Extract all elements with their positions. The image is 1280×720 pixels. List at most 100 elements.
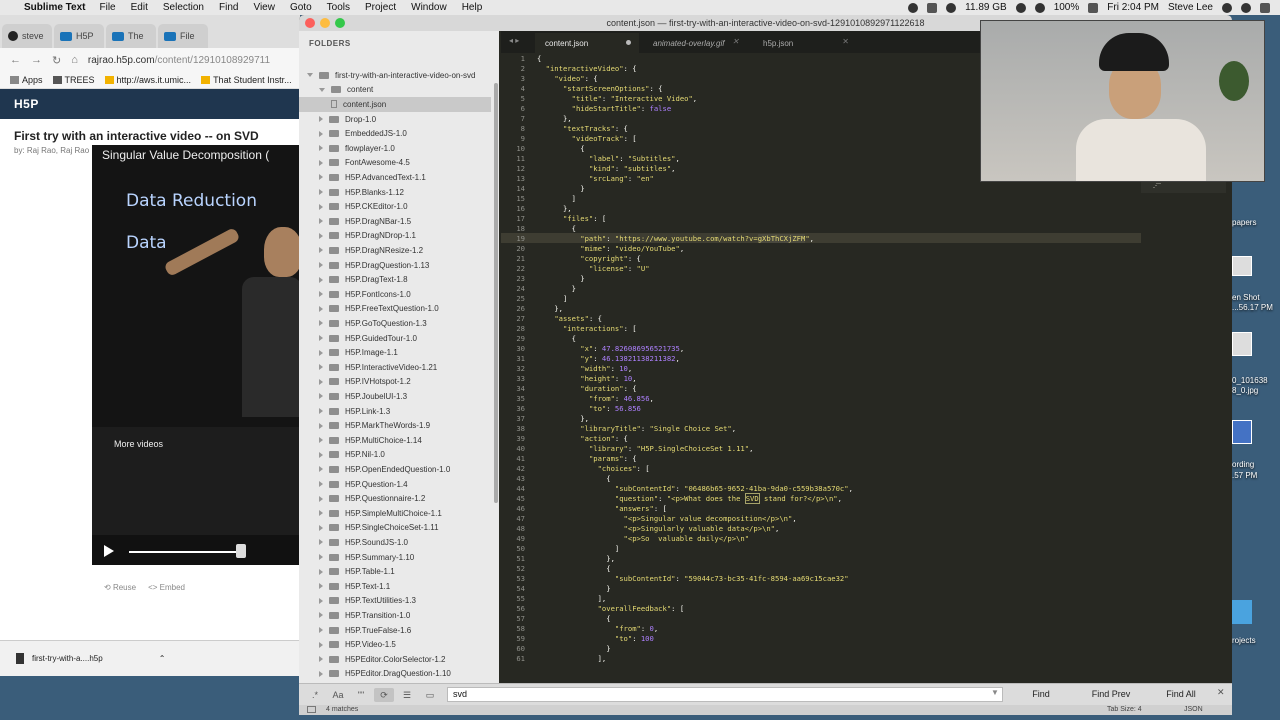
disclosure-closed-icon[interactable]	[319, 524, 323, 531]
menu-find[interactable]: Find	[219, 2, 238, 13]
search-icon[interactable]	[1222, 2, 1232, 13]
tree-folder[interactable]: FontAwesome-4.5	[299, 156, 491, 171]
forward-icon[interactable]: →	[31, 54, 42, 66]
clock[interactable]: Fri 2:04 PM	[1107, 2, 1159, 13]
embed-link[interactable]: <> Embed	[148, 583, 185, 592]
disclosure-closed-icon[interactable]	[319, 568, 323, 575]
sidebar-scrollbar[interactable]	[494, 83, 498, 503]
disclosure-closed-icon[interactable]	[319, 670, 323, 677]
disclosure-closed-icon[interactable]	[319, 276, 323, 283]
disclosure-closed-icon[interactable]	[319, 130, 323, 137]
seek-handle[interactable]	[236, 544, 246, 558]
close-tab-icon[interactable]: ✕	[732, 37, 739, 46]
menu-window[interactable]: Window	[411, 2, 447, 13]
reload-icon[interactable]: ↻	[52, 54, 61, 67]
disclosure-closed-icon[interactable]	[319, 510, 323, 517]
disclosure-closed-icon[interactable]	[319, 305, 323, 312]
minimize-window-button[interactable]	[320, 18, 330, 28]
disclosure-closed-icon[interactable]	[319, 597, 323, 604]
tree-folder[interactable]: H5P.DragQuestion-1.13	[299, 258, 491, 273]
tree-folder[interactable]: H5P.Summary-1.10	[299, 550, 491, 565]
siri-icon[interactable]	[1241, 2, 1251, 13]
highlight-matches-toggle[interactable]: ▭	[420, 688, 440, 702]
tree-folder[interactable]: H5P.GoToQuestion-1.3	[299, 316, 491, 331]
menu-file[interactable]: File	[100, 2, 116, 13]
disclosure-closed-icon[interactable]	[319, 495, 323, 502]
close-find-icon[interactable]: ✕	[1217, 687, 1225, 698]
tree-folder[interactable]: H5P.DragNDrop-1.1	[299, 229, 491, 244]
desktop-icon-label[interactable]: rojects	[1232, 636, 1256, 645]
tree-folder[interactable]: first-try-with-an-interactive-video-on-s…	[299, 68, 491, 83]
tree-folder[interactable]: H5P.FontIcons-1.0	[299, 287, 491, 302]
syntax-selector[interactable]: JSON	[1184, 706, 1203, 713]
tree-folder[interactable]: H5P.MultiChoice-1.14	[299, 433, 491, 448]
tree-folder[interactable]: H5P.FreeTextQuestion-1.0	[299, 302, 491, 317]
zoom-window-button[interactable]	[335, 18, 345, 28]
disclosure-closed-icon[interactable]	[319, 481, 323, 488]
unsaved-dot-icon[interactable]	[626, 40, 631, 45]
bookmark-trees[interactable]: TREES	[52, 75, 95, 85]
tab-size[interactable]: Tab Size: 4	[1107, 706, 1142, 713]
menu-app-name[interactable]: Sublime Text	[24, 2, 86, 13]
disclosure-closed-icon[interactable]	[319, 174, 323, 181]
wrap-toggle[interactable]: ⟳	[374, 688, 394, 702]
find-history-chevron-icon[interactable]: ▼	[991, 688, 999, 697]
browser-tab[interactable]: steve	[2, 24, 52, 48]
desktop-icon-label[interactable]: ...56.17 PM	[1232, 303, 1273, 312]
tree-folder[interactable]: H5P.DragNBar-1.5	[299, 214, 491, 229]
panel-toggle-icon[interactable]	[307, 706, 316, 713]
disclosure-closed-icon[interactable]	[319, 451, 323, 458]
tree-folder[interactable]: H5P.CKEditor-1.0	[299, 199, 491, 214]
tree-folder[interactable]: H5PEditor.DragQuestion-1.10	[299, 667, 491, 682]
find-input[interactable]: svd	[447, 687, 1003, 702]
video-player[interactable]: Singular Value Decomposition ( Data Redu…	[92, 145, 300, 565]
disclosure-closed-icon[interactable]	[319, 641, 323, 648]
tree-folder[interactable]: H5P.Questionnaire-1.2	[299, 491, 491, 506]
desktop-icon-label[interactable]: en Shot	[1232, 293, 1260, 302]
in-selection-toggle[interactable]: ☰	[397, 688, 417, 702]
disclosure-closed-icon[interactable]	[319, 189, 323, 196]
disclosure-open-icon[interactable]	[307, 73, 313, 78]
user-name[interactable]: Steve Lee	[1168, 2, 1213, 13]
tree-folder[interactable]: H5P.Question-1.4	[299, 477, 491, 492]
disclosure-closed-icon[interactable]	[319, 335, 323, 342]
record-icon[interactable]	[908, 2, 919, 13]
regex-toggle[interactable]: .*	[305, 688, 325, 702]
browser-tab[interactable]: H5P	[54, 24, 104, 48]
download-file-name[interactable]: first-try-with-a....h5p	[32, 654, 103, 663]
desktop-icon-label[interactable]: 0_101638	[1232, 376, 1268, 385]
browser-tab[interactable]: The	[106, 24, 156, 48]
tree-folder[interactable]: H5P.DragText-1.8	[299, 272, 491, 287]
dropbox-icon[interactable]	[946, 2, 957, 13]
find-button[interactable]: Find	[1009, 687, 1073, 702]
battery-percent[interactable]: 100%	[1054, 2, 1080, 13]
tree-folder[interactable]: H5P.Table-1.1	[299, 564, 491, 579]
tree-folder[interactable]: flowplayer-1.0	[299, 141, 491, 156]
find-prev-button[interactable]: Find Prev	[1079, 687, 1143, 702]
folder-icon[interactable]	[1232, 600, 1252, 624]
menu-project[interactable]: Project	[365, 2, 396, 13]
tree-folder[interactable]: H5P.Link-1.3	[299, 404, 491, 419]
tree-folder[interactable]: H5P.InteractiveVideo-1.21	[299, 360, 491, 375]
disclosure-closed-icon[interactable]	[319, 203, 323, 210]
browser-tab[interactable]: File	[158, 24, 208, 48]
disclosure-closed-icon[interactable]	[319, 262, 323, 269]
back-icon[interactable]: ←	[10, 54, 21, 66]
disclosure-open-icon[interactable]	[319, 87, 325, 92]
disclosure-closed-icon[interactable]	[319, 612, 323, 619]
tab-nav-arrows-icon[interactable]: ◂ ▸	[509, 36, 519, 45]
network-monitor[interactable]: 11.89 GB	[965, 2, 1007, 13]
disclosure-closed-icon[interactable]	[319, 378, 323, 385]
disclosure-closed-icon[interactable]	[319, 232, 323, 239]
bookmark-apps[interactable]: Apps	[10, 75, 43, 85]
tab-h5p-json[interactable]: h5p.json ✕	[753, 33, 857, 53]
tree-folder[interactable]: H5P.JoubelUI-1.3	[299, 389, 491, 404]
disclosure-closed-icon[interactable]	[319, 408, 323, 415]
tree-folder[interactable]: H5P.Text-1.1	[299, 579, 491, 594]
volume-icon[interactable]	[1034, 2, 1045, 13]
tree-folder[interactable]: Drop-1.0	[299, 112, 491, 127]
disclosure-closed-icon[interactable]	[319, 437, 323, 444]
stop-icon[interactable]	[927, 2, 938, 13]
bookmark-student[interactable]: That Student Instr...	[201, 75, 292, 85]
menu-help[interactable]: Help	[462, 2, 483, 13]
